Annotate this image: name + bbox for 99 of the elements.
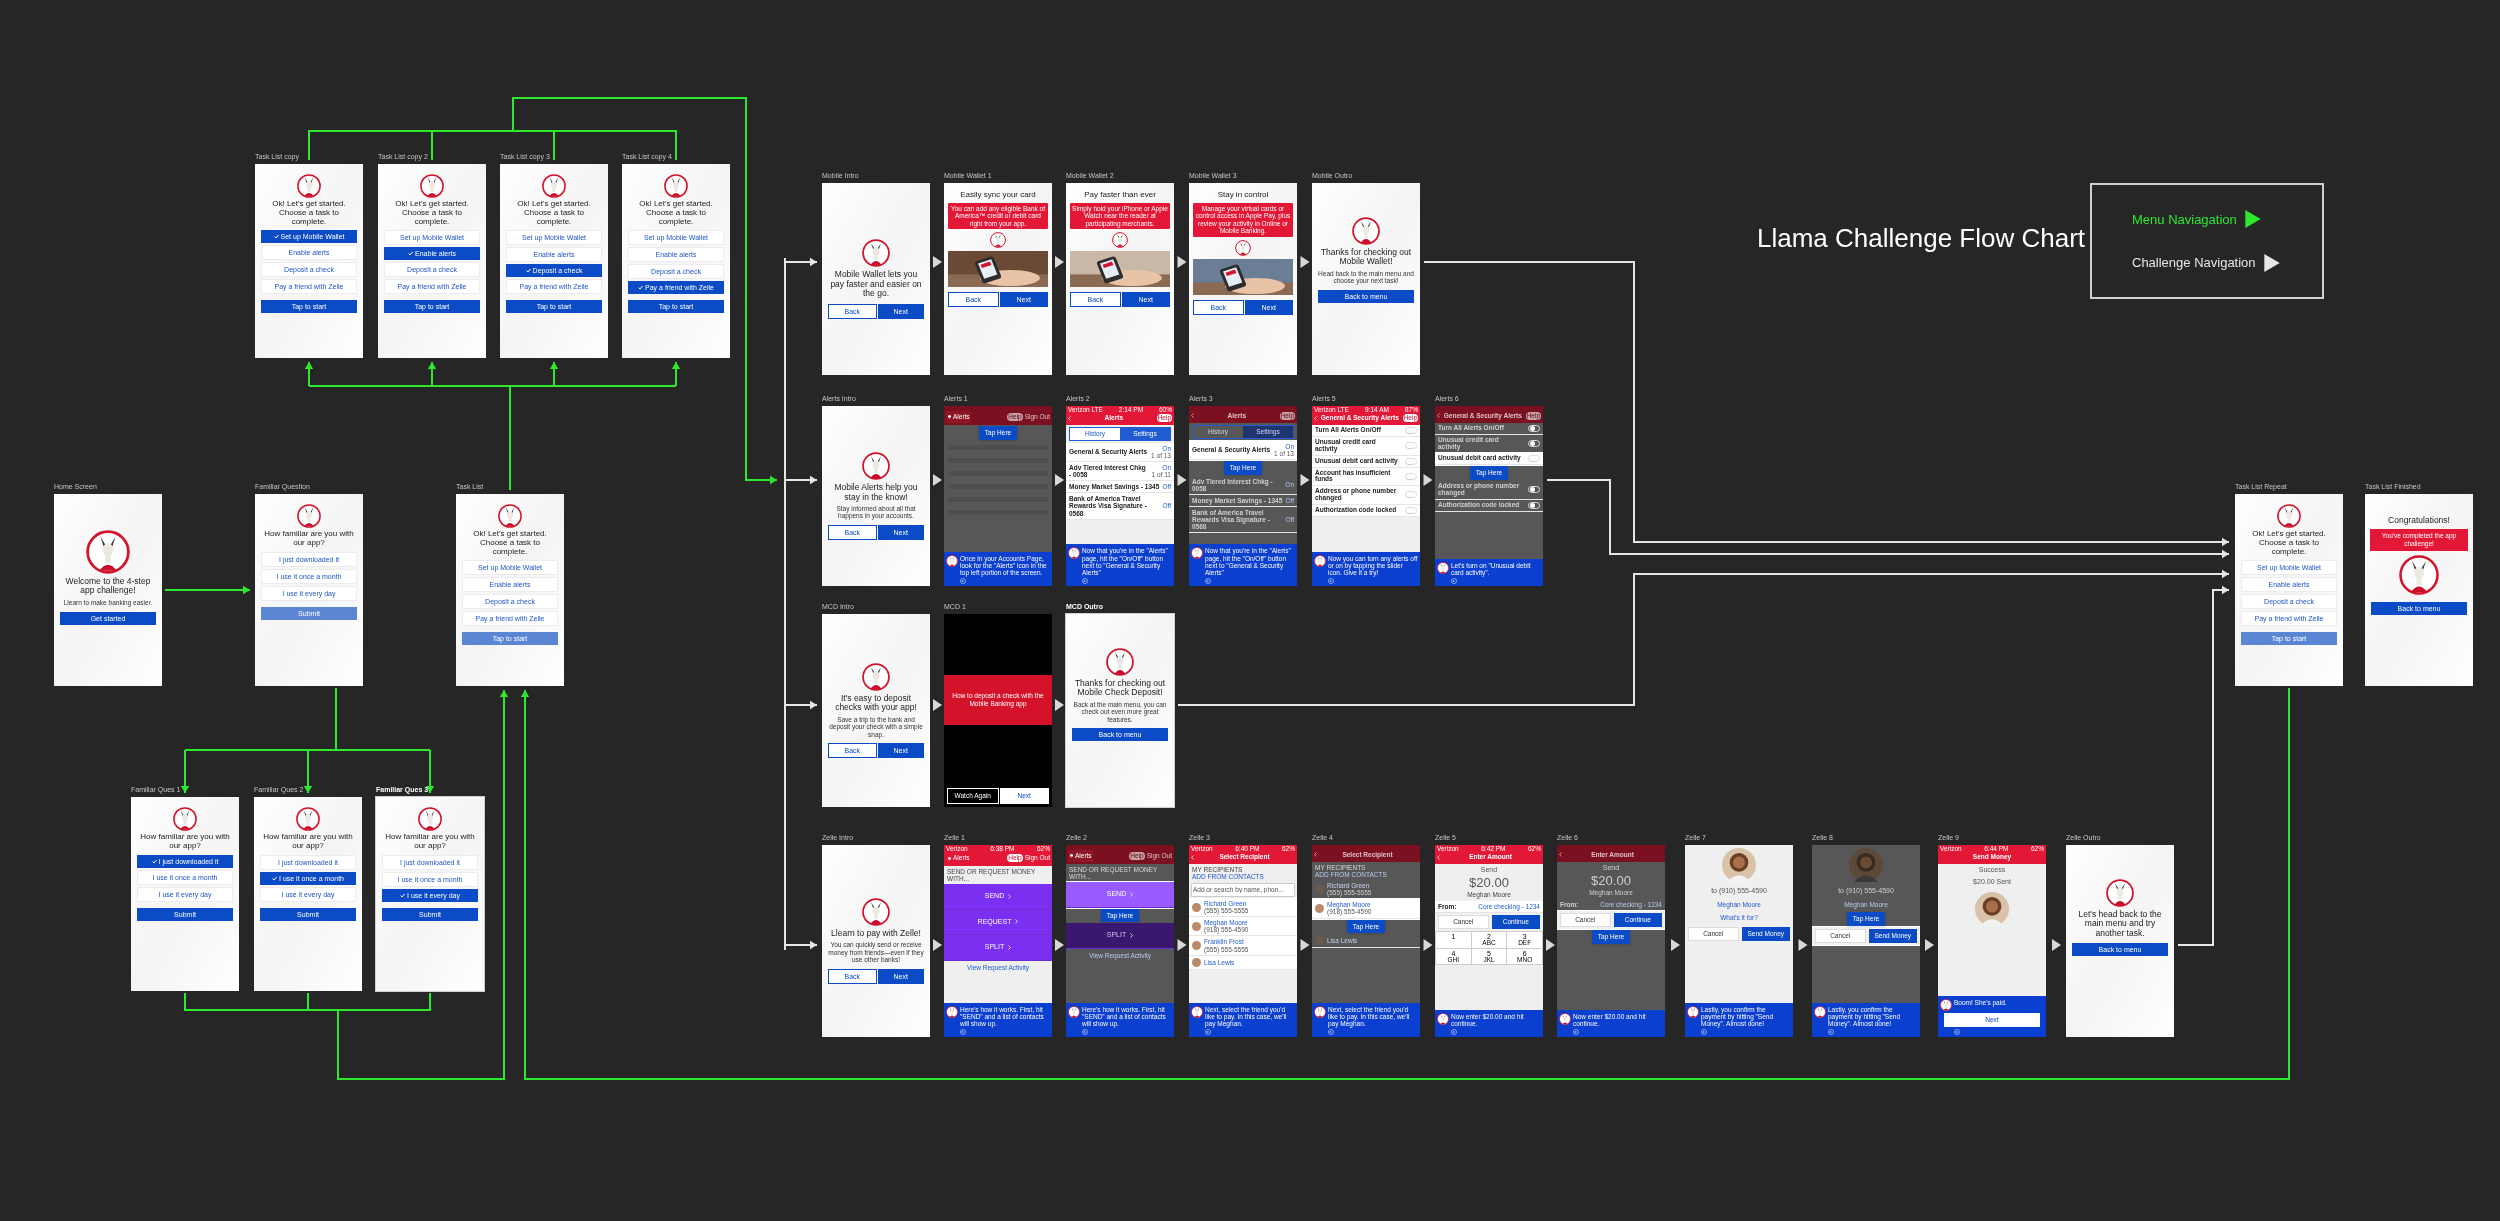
flow-arrow (1300, 939, 1310, 951)
flow-arrow (2052, 939, 2061, 951)
toggle-switch[interactable] (1405, 442, 1417, 450)
chevron-icon (1008, 944, 1012, 950)
screen-heading: How familiar are you with our app? (139, 833, 231, 851)
screen-heading: Ok! Let's get started. Choose a task to complete. (638, 200, 714, 227)
flow-arrow (1546, 939, 1555, 951)
back-chevron-icon[interactable] (1314, 852, 1317, 858)
flow-arrow (1055, 699, 1064, 711)
check-icon (151, 858, 157, 864)
screen-heading: Stay in control (1217, 191, 1269, 200)
flow-arrow (1671, 939, 1680, 951)
chevron-icon (1130, 891, 1134, 897)
toggle-switch[interactable] (1405, 472, 1417, 480)
toggle-switch[interactable] (1405, 426, 1417, 434)
back-arrow-icon[interactable] (1701, 1029, 1707, 1035)
screen-heading: Ok! Let's get started. Choose a task to complete. (516, 200, 592, 227)
screen-heading: Ok! Let's get started. Choose a task to complete. (394, 200, 470, 227)
screen-heading: Easily sync your card (960, 191, 1036, 200)
toggle-switch[interactable] (1405, 491, 1417, 499)
flow-arrow (933, 474, 942, 486)
back-arrow-icon[interactable] (1328, 1029, 1334, 1035)
screen-heading: Ok! Let's get started. Choose a task to complete. (2251, 530, 2327, 557)
flow-arrow (933, 699, 942, 711)
toggle-switch[interactable] (1528, 486, 1540, 494)
avatar (1315, 936, 1324, 946)
screen-heading: How familiar are you with our app? (263, 530, 355, 548)
connector-arrow (180, 749, 190, 794)
back-arrow-icon[interactable] (1205, 578, 1211, 584)
flow-arrow (1055, 939, 1064, 951)
flow-arrow (1177, 474, 1187, 486)
check-icon (273, 234, 279, 240)
chevron-icon (1130, 933, 1134, 939)
back-arrow-icon[interactable] (1451, 1029, 1457, 1035)
screen-heading: Congratulations! (2388, 516, 2450, 526)
check-icon (400, 892, 406, 898)
screen-heading: Let's head back to the main menu and try another task. (2077, 910, 2163, 939)
chevron-icon (1015, 919, 1019, 925)
screen-heading: It's easy to deposit checks with your app! (834, 693, 918, 713)
screen-heading: Pay faster than ever (1084, 191, 1156, 200)
back-arrow-icon[interactable] (960, 1029, 966, 1035)
amount-field: $20.00 (1435, 876, 1543, 890)
back-arrow-icon[interactable] (1205, 1029, 1211, 1035)
screen-heading: Llearn to pay with Zelle! (831, 929, 921, 939)
screen-heading: Ok! Let's get started. Choose a task to complete. (472, 530, 548, 557)
toggle-switch[interactable] (1405, 457, 1417, 465)
amount-field: $20.00 (1557, 874, 1665, 888)
flow-arrow (1055, 474, 1064, 486)
bell-icon (1069, 853, 1074, 859)
check-icon (408, 251, 414, 257)
screen-heading: Mobile Wallet lets you pay faster and easier on the go. (829, 270, 923, 299)
back-arrow-icon[interactable] (960, 578, 966, 584)
back-arrow-icon[interactable] (1328, 578, 1334, 584)
screen-heading: Ok! Let's get started. Choose a task to complete. (271, 200, 347, 227)
toggle-switch[interactable] (1528, 424, 1540, 432)
connector-arrow (784, 257, 818, 267)
toggle-switch[interactable] (1528, 440, 1540, 448)
flow-arrow (933, 939, 942, 951)
check-icon (272, 875, 277, 881)
flow-arrow (1055, 256, 1064, 268)
legend-label: Challenge Navigation (2132, 254, 2256, 272)
screen-heading: Thanks for checking out Mobile Wallet! (1319, 248, 1413, 267)
flow-arrow (1177, 939, 1187, 951)
flow-arrow (1300, 474, 1310, 486)
connector-arrow (304, 361, 314, 387)
screen-heading: Welcome to the 4-step app challenge! (64, 577, 152, 596)
check-icon (525, 268, 531, 274)
screen-heading: Thanks for checking out Mobile Check Deposit! (1073, 679, 1167, 698)
connector-arrow (427, 361, 437, 387)
flow-arrow (1925, 939, 1934, 951)
flow-arrow (1423, 474, 1433, 486)
back-arrow-icon[interactable] (1573, 1029, 1579, 1035)
toggle-switch[interactable] (1528, 455, 1540, 463)
back-chevron-icon[interactable] (1559, 852, 1562, 858)
toggle-switch[interactable] (1405, 506, 1417, 514)
flow-arrow (1423, 939, 1433, 951)
back-chevron-icon[interactable] (1191, 413, 1194, 419)
flow-arrow (933, 256, 942, 268)
back-arrow-icon[interactable] (1451, 578, 1457, 584)
flow-arrow (1177, 256, 1187, 268)
chart-title: Llama Challenge Flow Chart (1757, 222, 2086, 254)
connector-arrow (784, 475, 818, 485)
bell-icon (947, 414, 952, 420)
toggle-switch[interactable] (1528, 501, 1540, 509)
back-arrow-icon[interactable] (1954, 1029, 1960, 1035)
back-arrow-icon[interactable] (1082, 1029, 1088, 1035)
connector-arrow (303, 749, 313, 794)
screen-heading: How familiar are you with our app? (384, 833, 476, 851)
flow-arrow (1798, 939, 1808, 951)
chevron-icon (1008, 893, 1012, 899)
screen-heading: Mobile Alerts help you stay in the know! (833, 483, 919, 502)
back-chevron-icon[interactable] (1437, 413, 1440, 419)
legend-label: Menu Naviagation (2132, 210, 2237, 229)
back-arrow-icon[interactable] (1082, 578, 1088, 584)
screen-heading: How familiar are you with our app? (262, 833, 354, 851)
flow-arrow (1300, 256, 1310, 268)
check-icon (638, 285, 644, 291)
back-arrow-icon[interactable] (1828, 1029, 1834, 1035)
bell-icon (947, 855, 952, 861)
